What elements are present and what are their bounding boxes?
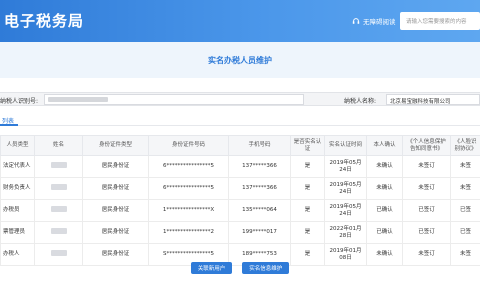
- search-placeholder: 请输入您需要搜索的内容: [406, 19, 467, 25]
- cell-type: 法定代表人: [0, 155, 35, 178]
- cell-verified: 是: [290, 221, 325, 244]
- real-name-maintain-button[interactable]: 实名信息维护: [242, 262, 290, 274]
- redacted-name: [50, 162, 67, 168]
- headphone-icon: [352, 18, 360, 24]
- cell-verified: 是: [290, 199, 325, 222]
- cell-id-type: 居民身份证: [82, 221, 149, 244]
- table-row: 法定代表人 居民身份证 6****************5 137*****3…: [0, 155, 480, 178]
- cell-consent: 未签订: [402, 177, 451, 200]
- col-header: 人员类型: [0, 135, 35, 156]
- cell-id-no: 6****************5: [148, 155, 229, 178]
- cell-id-type: 居民身份证: [82, 155, 149, 178]
- cell-phone: 137*****366: [228, 177, 291, 200]
- cell-consent: 已签订: [402, 221, 451, 244]
- confirm-link[interactable]: 已确认: [366, 221, 403, 244]
- cell-verified: 是: [290, 177, 325, 200]
- search-input[interactable]: 请输入您需要搜索的内容: [400, 12, 480, 30]
- confirm-link[interactable]: 已确认: [366, 199, 403, 222]
- cell-id-type: 居民身份证: [82, 177, 149, 200]
- cell-time: 2019年05月24日: [324, 155, 367, 178]
- cell-phone: 135*****064: [228, 199, 291, 222]
- cell-type: 财务负责人: [0, 177, 35, 200]
- cell-consent: 已签订: [402, 199, 451, 222]
- cell-face: 未签: [450, 177, 480, 200]
- cell-time: 2022年01月28日: [324, 221, 367, 244]
- accessibility-label: 无障碍阅读: [363, 18, 396, 26]
- col-header: 手机号码: [228, 135, 291, 156]
- redacted-name: [50, 250, 67, 256]
- col-header: 《个人信息保护告知同意书》: [402, 135, 451, 156]
- redacted-name: [50, 184, 67, 190]
- cell-face: 已签: [450, 221, 480, 244]
- cell-name: [34, 177, 83, 200]
- cell-type: 票管理员: [0, 221, 35, 244]
- staff-table: 人员类型 姓名 身份证件类型 身份证件号码 手机号码 是否实名认证 实名认证时间…: [0, 135, 480, 266]
- tab-active-indicator: [0, 124, 18, 126]
- redacted-value: [48, 97, 108, 102]
- col-header: 姓名: [34, 135, 83, 156]
- confirm-link[interactable]: 未确认: [366, 155, 403, 178]
- confirm-link[interactable]: 未确认: [366, 177, 403, 200]
- col-header: 《人脸识别协议》: [450, 135, 480, 156]
- taxpayer-id-field: [44, 94, 304, 105]
- tab-divider: [0, 125, 480, 126]
- taxpayer-id-label: 纳税人识别号:: [0, 98, 39, 105]
- cell-verified: 是: [290, 155, 325, 178]
- cell-id-no: 1****************2: [148, 221, 229, 244]
- taxpayer-name-field: 北京易宝融科技有限公司: [386, 94, 480, 105]
- table-row: 财务负责人 居民身份证 6****************5 137*****3…: [0, 177, 480, 200]
- taxpayer-name-label: 纳税人名称:: [344, 98, 377, 105]
- cell-id-no: 1****************X: [148, 199, 229, 222]
- table-row: 办税员 居民身份证 1****************X 135*****064…: [0, 199, 480, 222]
- cell-time: 2019年05月24日: [324, 199, 367, 222]
- cell-name: [34, 155, 83, 178]
- cell-time: 2019年05月24日: [324, 177, 367, 200]
- col-header: 实名认证时间: [324, 135, 367, 156]
- cell-type: 办税员: [0, 199, 35, 222]
- redacted-name: [50, 228, 67, 234]
- site-title: 电子税务局: [4, 12, 85, 30]
- cell-name: [34, 221, 83, 244]
- cell-phone: 137*****366: [228, 155, 291, 178]
- cell-face: 已签: [450, 199, 480, 222]
- action-buttons: 关联新用户 实名信息维护: [0, 262, 480, 274]
- cell-id-type: 居民身份证: [82, 199, 149, 222]
- col-header: 身份证件类型: [82, 135, 149, 156]
- add-user-button[interactable]: 关联新用户: [190, 262, 233, 274]
- cell-id-no: 6****************5: [148, 177, 229, 200]
- cell-phone: 199*****017: [228, 221, 291, 244]
- cell-name: [34, 199, 83, 222]
- col-header: 本人确认: [366, 135, 403, 156]
- table-header-row: 人员类型 姓名 身份证件类型 身份证件号码 手机号码 是否实名认证 实名认证时间…: [0, 135, 480, 156]
- table-row: 票管理员 居民身份证 1****************2 199*****01…: [0, 221, 480, 244]
- col-header: 身份证件号码: [148, 135, 229, 156]
- col-header: 是否实名认证: [290, 135, 325, 156]
- cell-consent: 未签订: [402, 155, 451, 178]
- page-title: 实名办税人员维护: [208, 56, 272, 65]
- taxpayer-info-row: 纳税人识别号: 纳税人名称: 北京易宝融科技有限公司: [0, 92, 480, 106]
- redacted-name: [50, 206, 67, 212]
- cell-face: 未签: [450, 155, 480, 178]
- accessibility-link[interactable]: 无障碍阅读: [352, 16, 396, 26]
- site-header: 电子税务局 无障碍阅读 请输入您需要搜索的内容: [0, 0, 480, 42]
